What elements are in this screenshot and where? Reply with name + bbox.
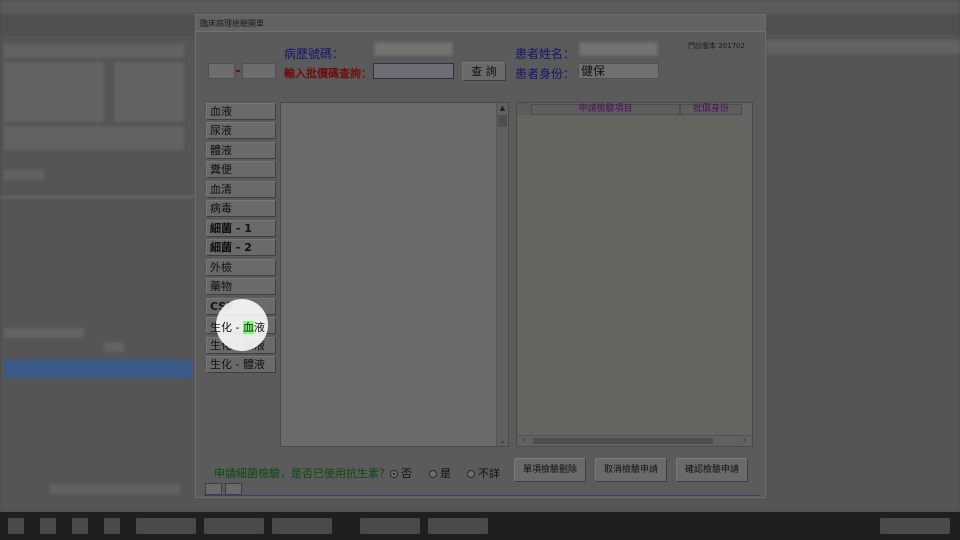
- grid-column-header[interactable]: 批價身份: [680, 104, 742, 115]
- dialog-title: 臨床病理檢驗開單: [200, 19, 264, 28]
- taskbar-app-button[interactable]: [136, 518, 196, 534]
- system-tray[interactable]: [880, 518, 950, 534]
- chevron-down-icon[interactable]: ⌄: [497, 437, 508, 445]
- background-panel: [4, 62, 104, 122]
- category-button[interactable]: 體液: [206, 142, 276, 159]
- grid-row-header: [517, 103, 531, 115]
- grid-column-header[interactable]: 申請檢驗項目: [531, 104, 680, 115]
- background-divider: [0, 196, 195, 198]
- batch-query-input[interactable]: [373, 63, 454, 79]
- version-label: 門診版本 201702: [688, 42, 745, 50]
- label-prefix: 生化 -: [210, 321, 243, 334]
- test-item-list[interactable]: ▲ ⌄: [280, 102, 509, 447]
- status-box: [225, 483, 242, 495]
- cancel-request-button[interactable]: 取消檢驗申請: [595, 458, 667, 482]
- patient-status-label: 患者身份：: [515, 67, 576, 81]
- batch-code-prefix-input[interactable]: [208, 63, 235, 79]
- dialog-titlebar: 臨床病理檢驗開單: [196, 15, 765, 32]
- taskbar: [0, 512, 960, 540]
- patient-status-field: 健保: [578, 63, 659, 79]
- batch-code-suffix-input[interactable]: [242, 63, 276, 79]
- app-icon[interactable]: [40, 518, 56, 534]
- taskbar-app-button[interactable]: [204, 518, 264, 534]
- category-button[interactable]: 病毒: [206, 200, 276, 217]
- label-suffix: 液: [253, 321, 265, 334]
- category-button[interactable]: 血液: [206, 103, 276, 120]
- lab-order-dialog: 臨床病理檢驗開單 門診版本 201702 病歷號碼： 輸入批價碼查詢： 查 詢 …: [195, 14, 766, 498]
- query-button[interactable]: 查 詢: [462, 62, 506, 81]
- chart-no-field: [373, 41, 454, 57]
- option-yes-radio[interactable]: 是: [429, 465, 451, 481]
- category-button[interactable]: 糞便: [206, 161, 276, 178]
- requested-items-grid[interactable]: 申請檢驗項目 批價身份 ‹ ›: [516, 102, 753, 447]
- category-button[interactable]: 外檢: [206, 259, 276, 276]
- scroll-right-icon[interactable]: ›: [739, 436, 750, 444]
- category-button[interactable]: 細菌 - 2: [206, 239, 276, 256]
- list-vertical-scrollbar[interactable]: ▲ ⌄: [496, 103, 508, 446]
- radio-icon: [429, 470, 437, 478]
- option-no-radio[interactable]: 否: [390, 465, 412, 481]
- background-panel: [114, 62, 184, 122]
- scroll-thumb[interactable]: [533, 438, 713, 444]
- background-panel: [4, 126, 184, 150]
- category-button[interactable]: 藥物: [206, 278, 276, 295]
- background-panel: [4, 44, 184, 58]
- scroll-thumb[interactable]: [498, 115, 507, 127]
- category-button[interactable]: 血清: [206, 181, 276, 198]
- scroll-left-icon[interactable]: ‹: [519, 436, 530, 444]
- dash-separator: [236, 70, 240, 72]
- status-box: [205, 483, 222, 495]
- background-selected-row: [4, 360, 192, 378]
- delete-item-button[interactable]: 單項檢驗刪除: [514, 458, 586, 482]
- background-panel: [4, 328, 84, 338]
- app-icon[interactable]: [72, 518, 88, 534]
- background-panel: [104, 342, 124, 352]
- taskbar-app-button[interactable]: [272, 518, 332, 534]
- label-highlight: 血: [242, 321, 254, 334]
- grid-horizontal-scrollbar[interactable]: ‹ ›: [517, 435, 752, 446]
- background-titlebar: [0, 0, 960, 14]
- scroll-up-icon[interactable]: ▲: [497, 104, 508, 112]
- patient-name-label: 患者姓名：: [515, 47, 576, 61]
- background-panel: [50, 484, 180, 494]
- antibiotic-question: 申請細菌檢驗，是否已使用抗生素？: [214, 467, 390, 480]
- taskbar-app-button[interactable]: [360, 518, 420, 534]
- patient-name-field: [578, 41, 659, 57]
- option-unknown-radio[interactable]: 不詳: [467, 465, 500, 481]
- confirm-request-button[interactable]: 確認檢驗申請: [676, 458, 748, 482]
- category-button[interactable]: 細菌 - 1: [206, 220, 276, 237]
- batch-query-label: 輸入批價碼查詢：: [284, 67, 372, 80]
- start-icon[interactable]: [8, 518, 24, 534]
- category-button[interactable]: 生化 - 體液: [206, 356, 276, 373]
- background-panel: [766, 40, 960, 54]
- radio-selected-icon: [390, 470, 398, 478]
- radio-icon: [467, 470, 475, 478]
- background-panel: [4, 170, 44, 180]
- app-icon[interactable]: [104, 518, 120, 534]
- option-label: 是: [440, 467, 451, 480]
- bottom-divider: [204, 495, 759, 496]
- active-category-label: 生化 - 血液: [210, 319, 265, 335]
- taskbar-app-button[interactable]: [428, 518, 488, 534]
- option-label: 不詳: [478, 467, 500, 480]
- chart-no-label: 病歷號碼：: [284, 47, 345, 61]
- option-label: 否: [401, 467, 412, 480]
- category-button[interactable]: 尿液: [206, 122, 276, 139]
